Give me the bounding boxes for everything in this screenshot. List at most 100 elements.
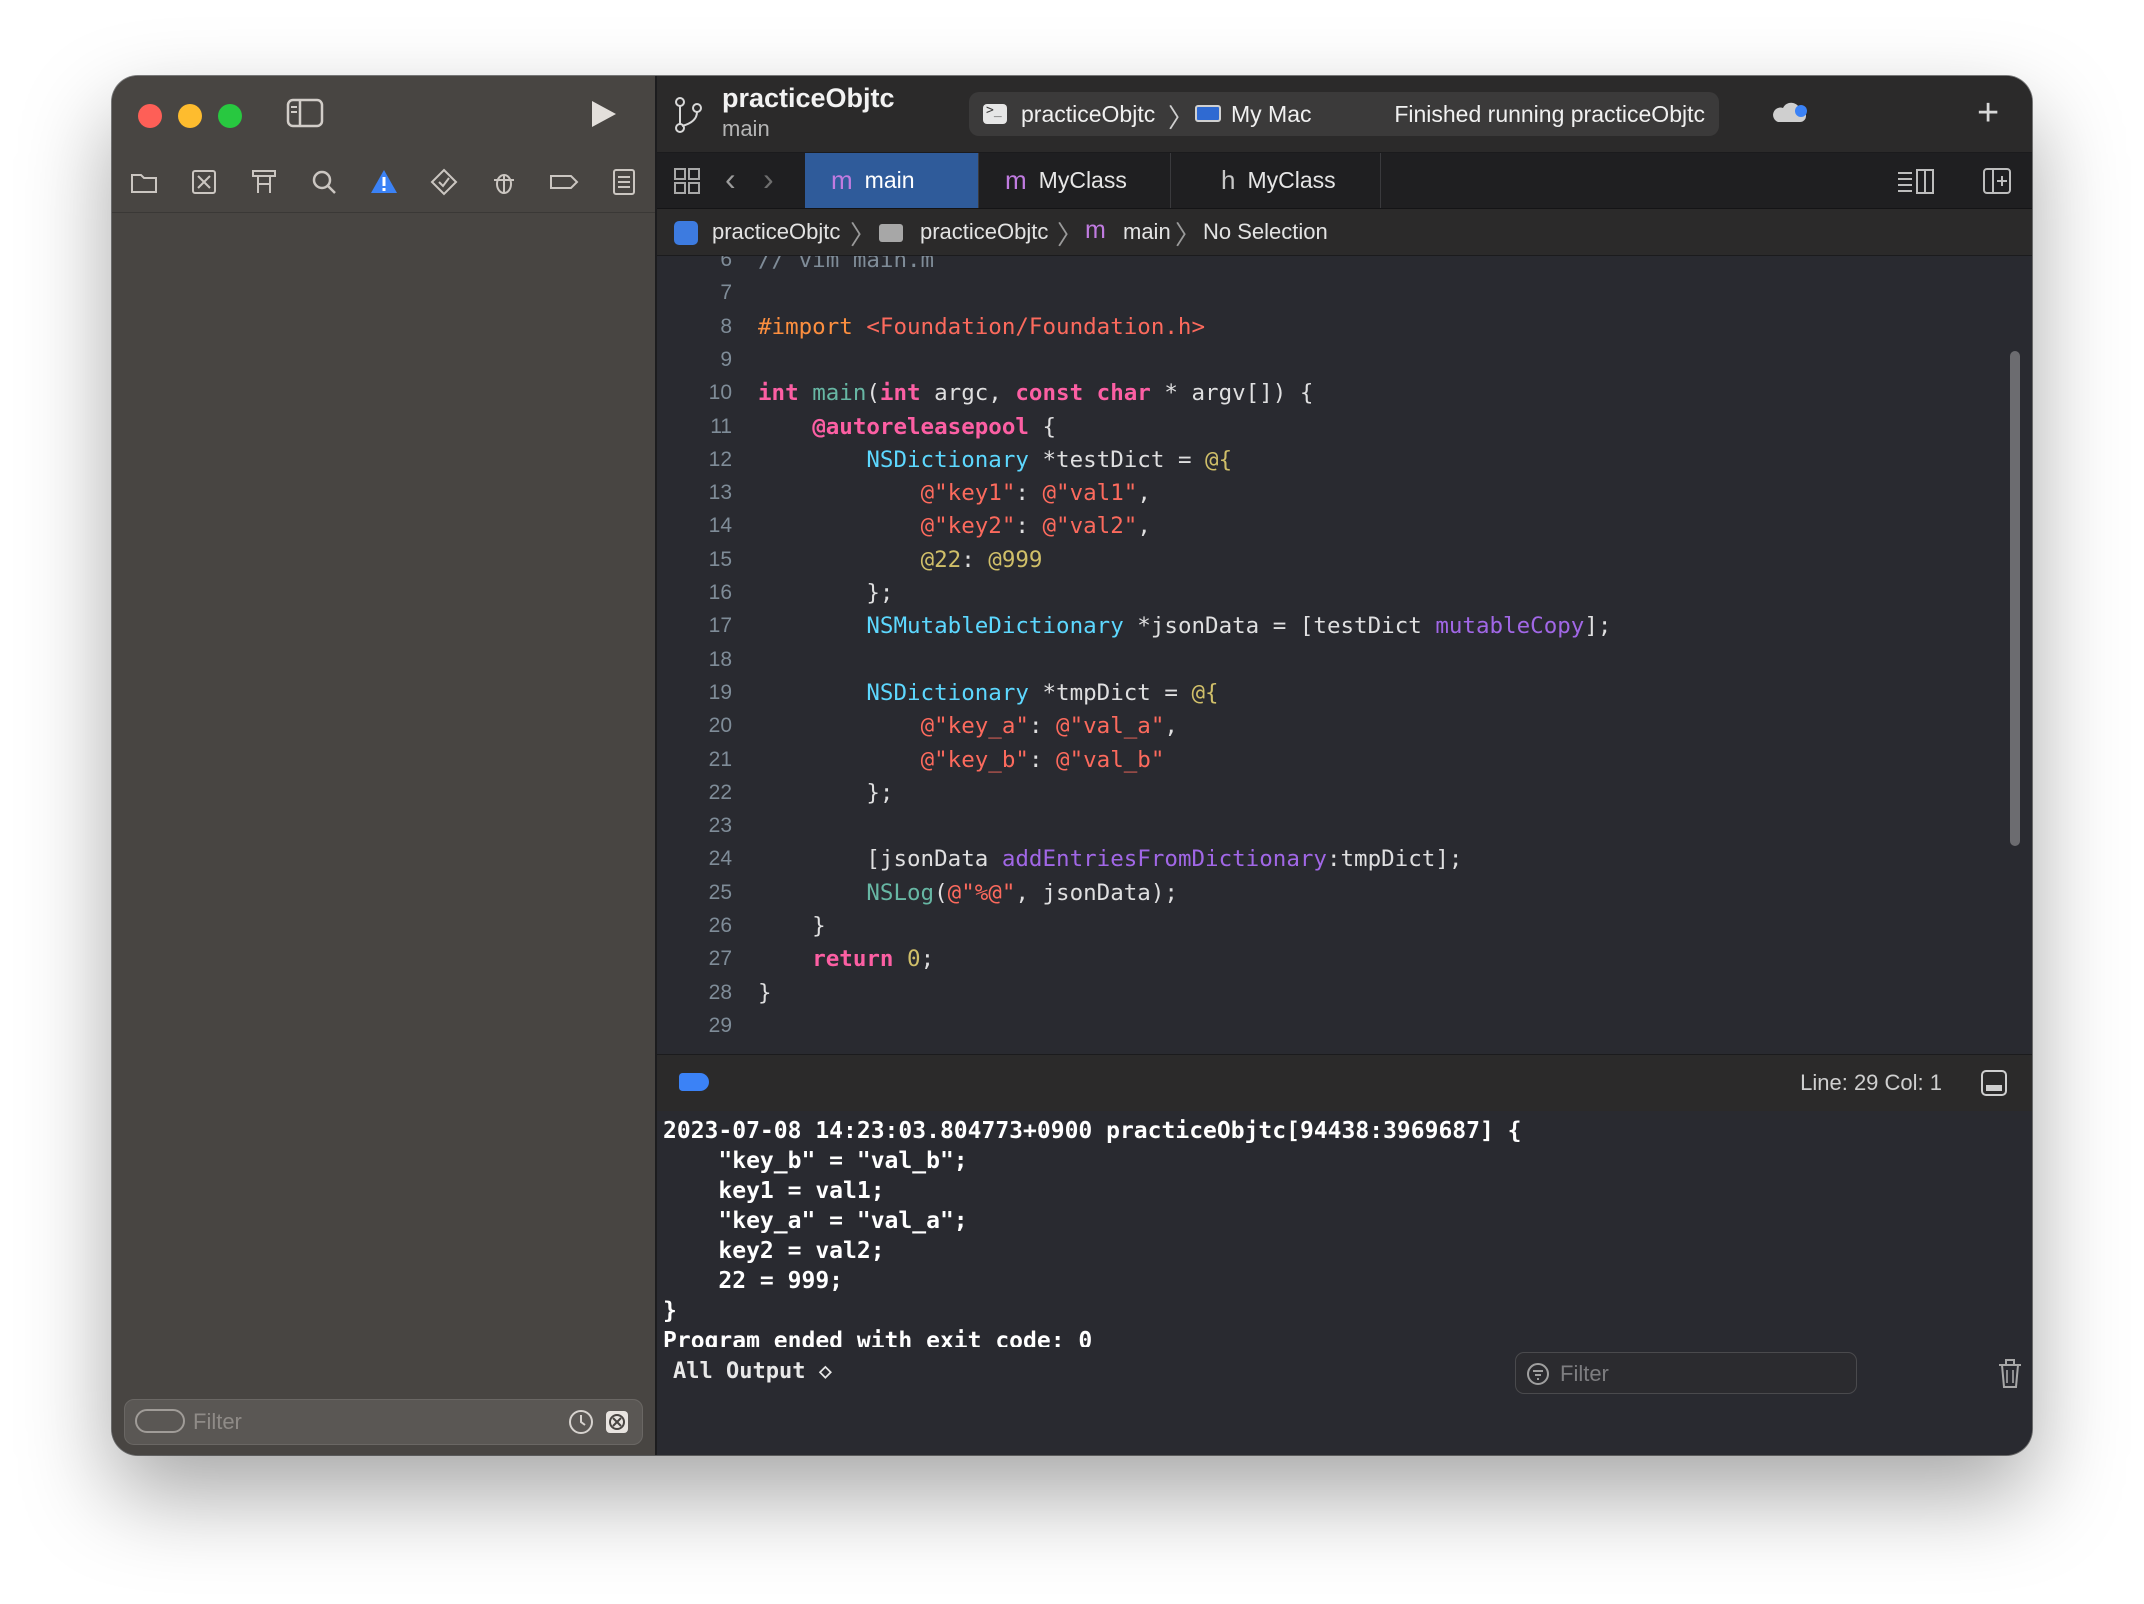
filter-icon (1527, 1363, 1549, 1385)
console-filter-field[interactable] (1515, 1352, 1857, 1394)
breakpoints-toggle-icon[interactable] (679, 1073, 709, 1091)
console-output-line: "key_a" = "val_a"; (663, 1208, 968, 1234)
debug-bar: Line: 29 Col: 1 (657, 1054, 2032, 1112)
navigator-filter-field[interactable] (124, 1399, 643, 1445)
chevron-right-icon: 〉 (1168, 103, 1195, 133)
line-number: 24 (708, 847, 732, 871)
navigator-filter-input[interactable] (191, 1406, 475, 1438)
line-number: 6 (720, 256, 732, 271)
show-only-errors-icon[interactable] (604, 1409, 630, 1435)
code-text[interactable]: @"key2": @"val2", (758, 509, 1151, 543)
project-title: practiceObjtc (722, 83, 895, 113)
trash-icon[interactable] (1997, 1359, 2023, 1389)
close-window-button[interactable] (138, 104, 162, 128)
code-text[interactable]: NSDictionary *tmpDict = @{ (758, 676, 1218, 710)
code-text[interactable]: }; (758, 576, 893, 610)
console-output-line: 2023-07-08 14:23:03.804773+0900 practice… (663, 1118, 1522, 1144)
line-number: 21 (708, 747, 732, 771)
console-area[interactable]: 2023-07-08 14:23:03.804773+0900 practice… (657, 1111, 2032, 1401)
terminal-icon (983, 103, 1007, 124)
objc-file-icon: m (1005, 165, 1027, 195)
code-text[interactable]: NSLog(@"%@", jsonData); (758, 876, 1178, 910)
code-text[interactable]: } (758, 909, 826, 943)
symbol-icon[interactable] (248, 166, 280, 198)
recent-files-clock-icon[interactable] (568, 1409, 594, 1435)
folder-icon (879, 224, 903, 242)
code-text[interactable]: #import <Foundation/Foundation.h> (758, 310, 1205, 344)
line-number: 14 (708, 514, 732, 538)
test-icon[interactable] (428, 166, 460, 198)
scheme-activity-bar[interactable]: practiceObjtc 〉 My Mac Finished running … (969, 92, 1719, 136)
line-number: 15 (708, 547, 732, 571)
source-editor[interactable]: 6 // vim main.m 7 8 #import <Foundation/Foun… (657, 256, 2032, 1053)
line-number: 29 (708, 1013, 732, 1037)
sidebar-toolbar (112, 76, 655, 152)
console-output-line: key2 = val2; (663, 1238, 885, 1264)
find-icon[interactable] (308, 166, 340, 198)
folder-icon[interactable] (128, 166, 160, 198)
line-number: 16 (708, 581, 732, 604)
scheme-selector[interactable]: practiceObjtc (1021, 101, 1155, 128)
tab-myclass-m[interactable]: m MyClass (979, 153, 1171, 208)
chevron-right-icon: 〉 (850, 220, 877, 250)
branch-name: main (722, 116, 770, 141)
project-icon (674, 221, 698, 245)
code-text[interactable]: @"key1": @"val1", (758, 476, 1151, 510)
breakpoint-navigator-icon[interactable] (548, 166, 580, 198)
zoom-window-button[interactable] (218, 104, 242, 128)
tab-label: main (864, 167, 915, 193)
laptop-icon (1195, 105, 1221, 122)
code-text[interactable]: int main(int argc, const char * argv[]) … (758, 376, 1313, 410)
add-library-plus-icon[interactable]: + (1977, 94, 1999, 132)
chevron-right-icon: 〉 (1057, 220, 1084, 250)
source-control-icon[interactable] (188, 166, 220, 198)
line-number: 19 (708, 680, 732, 704)
line-number: 22 (708, 780, 732, 804)
objc-file-icon: m (1085, 216, 1106, 244)
debug-icon[interactable] (488, 166, 520, 198)
line-number: 13 (708, 481, 732, 505)
code-text[interactable]: @22: @999 (758, 543, 1043, 577)
minimize-window-button[interactable] (178, 104, 202, 128)
editor-scrollbar[interactable] (2010, 351, 2020, 846)
console-filter-input[interactable] (1558, 1359, 1842, 1389)
issue-warning-icon[interactable] (368, 166, 400, 198)
cloud-status-icon[interactable] (1770, 98, 1810, 126)
breadcrumb-project[interactable]: practiceObjtc (712, 219, 840, 245)
code-text[interactable]: NSMutableDictionary *jsonData = [testDic… (758, 609, 1611, 643)
destination-selector[interactable]: My Mac (1231, 101, 1312, 128)
line-number: 28 (708, 980, 732, 1004)
line-number: 8 (720, 314, 732, 338)
related-items-grid-icon[interactable] (673, 167, 701, 195)
code-text[interactable]: return 0; (758, 942, 934, 976)
chevron-left-icon[interactable]: ‹ (725, 161, 736, 198)
add-editor-icon[interactable] (1982, 167, 2012, 195)
line-number: 25 (708, 880, 732, 904)
tab-label: MyClass (1247, 167, 1336, 193)
tab-main[interactable]: m main (805, 153, 979, 208)
breadcrumb-selection[interactable]: No Selection (1203, 219, 1328, 245)
report-icon[interactable] (608, 166, 640, 198)
output-selector[interactable]: All Output ◇ (673, 1359, 832, 1384)
chevron-right-nav-icon[interactable]: › (763, 161, 774, 198)
code-text[interactable]: NSDictionary *testDict = @{ (758, 443, 1232, 477)
editor-options-icon[interactable] (1896, 167, 1936, 195)
code-text[interactable]: @"key_b": @"val_b" (758, 743, 1165, 777)
code-text[interactable]: }; (758, 776, 893, 810)
code-text[interactable]: @autoreleasepool { (758, 410, 1056, 444)
code-text[interactable]: [jsonData addEntriesFromDictionary:tmpDi… (758, 842, 1462, 876)
navigator-sidebar (112, 76, 657, 1455)
console-output-line: } (663, 1298, 677, 1324)
sidebar-toggle-icon[interactable] (286, 98, 324, 128)
line-number: 11 (710, 414, 732, 438)
line-number: 10 (708, 381, 732, 405)
run-play-icon[interactable] (588, 98, 618, 130)
breadcrumb-folder[interactable]: practiceObjtc (920, 219, 1048, 245)
code-text[interactable]: } (758, 976, 772, 1010)
filter-options-icon[interactable] (135, 1409, 185, 1433)
code-text[interactable]: @"key_a": @"val_a", (758, 709, 1178, 743)
code-text[interactable]: // vim main.m (758, 256, 934, 277)
hide-debug-area-icon[interactable] (1980, 1069, 2008, 1097)
tab-myclass-h[interactable]: h MyClass (1171, 153, 1381, 208)
breadcrumb-file[interactable]: main (1123, 219, 1171, 245)
